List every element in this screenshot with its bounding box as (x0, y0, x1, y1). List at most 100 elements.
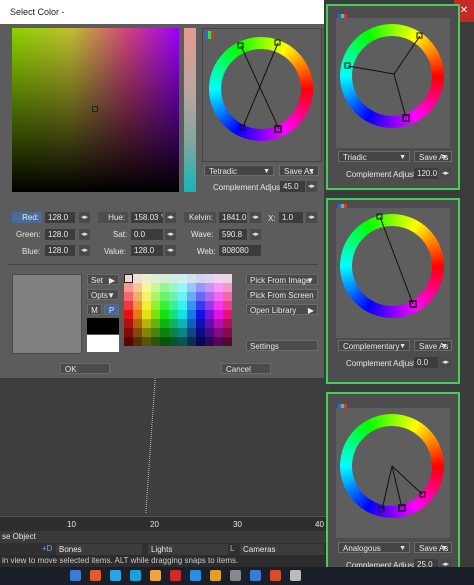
taskbar-app-icon[interactable] (270, 570, 281, 581)
swatch-cell[interactable] (169, 319, 178, 328)
swatch-cell[interactable] (142, 319, 151, 328)
swatch-cell[interactable] (223, 283, 232, 292)
swatch-cell[interactable] (142, 328, 151, 337)
complement-adjust-field[interactable]: 45.0 (280, 181, 305, 192)
swatch-cell[interactable] (178, 328, 187, 337)
taskbar-app-icon[interactable] (110, 570, 121, 581)
save-as-dropdown[interactable]: Save As ▼ (279, 165, 319, 176)
swatch-cell[interactable] (124, 283, 133, 292)
swatch-cell[interactable] (133, 319, 142, 328)
swatch-cell[interactable] (160, 310, 169, 319)
swatch-cell[interactable] (214, 328, 223, 337)
swatch-cell[interactable] (205, 319, 214, 328)
taskbar-app-icon[interactable] (290, 570, 301, 581)
swatch-cell[interactable] (124, 292, 133, 301)
taskbar-app-icon[interactable] (190, 570, 201, 581)
taskbar-app-icon[interactable] (90, 570, 101, 581)
swatch-cell[interactable] (196, 292, 205, 301)
swatch-cell[interactable] (133, 292, 142, 301)
m-button[interactable]: M (87, 304, 102, 315)
hue-field[interactable]: 158.03 ° (131, 212, 163, 223)
swatch-cell[interactable] (160, 301, 169, 310)
swatch-cell[interactable] (160, 328, 169, 337)
swatch-cell[interactable] (160, 283, 169, 292)
swatch-cell[interactable] (223, 310, 232, 319)
swatch-cell[interactable] (187, 301, 196, 310)
swatch-cell[interactable] (142, 301, 151, 310)
swatch-cell[interactable] (178, 301, 187, 310)
pick-from-screen-button[interactable]: Pick From Screen (246, 289, 318, 300)
green-field[interactable]: 128.0 (45, 229, 75, 240)
swatch-cell[interactable] (124, 328, 133, 337)
swatch-cell[interactable] (196, 283, 205, 292)
swatch-cell[interactable] (151, 319, 160, 328)
title-bar[interactable]: Select Color - (0, 0, 324, 24)
swatch-cell[interactable] (169, 328, 178, 337)
black-swatch[interactable] (87, 318, 119, 334)
kelvin-stepper-icon[interactable]: ◂▸ (250, 212, 261, 223)
swatch-cell[interactable] (223, 328, 232, 337)
hue-stepper-icon[interactable]: ◂▸ (165, 212, 176, 223)
swatch-cell[interactable] (196, 274, 205, 283)
swatch-cell[interactable] (124, 319, 133, 328)
swatch-cell[interactable] (187, 337, 196, 346)
taskbar-app-icon[interactable] (170, 570, 181, 581)
lights-dropdown[interactable]: Lights (148, 544, 228, 555)
swatch-cell[interactable] (187, 283, 196, 292)
swatch-cell[interactable] (223, 301, 232, 310)
wave-stepper-icon[interactable]: ◂▸ (250, 229, 261, 240)
opts-dropdown[interactable]: Opts ▼ (87, 289, 119, 300)
taskbar-app-icon[interactable] (250, 570, 261, 581)
swatch-cell[interactable] (214, 319, 223, 328)
swatch-cell[interactable] (196, 319, 205, 328)
swatch-cell[interactable] (142, 337, 151, 346)
swatch-cell[interactable] (124, 337, 133, 346)
swatch-cell[interactable] (133, 283, 142, 292)
sat-field[interactable]: 0.0 (131, 229, 163, 240)
swatch-cell[interactable] (178, 274, 187, 283)
swatch-cell[interactable] (178, 337, 187, 346)
swatch-cell[interactable] (151, 292, 160, 301)
open-library-button[interactable]: Open Library ▶ (246, 304, 318, 315)
swatch-cell[interactable] (151, 328, 160, 337)
complement-adjust-field[interactable]: 120.0 (414, 168, 438, 179)
taskbar-app-icon[interactable] (230, 570, 241, 581)
swatch-cell[interactable] (169, 274, 178, 283)
swatch-cell[interactable] (187, 319, 196, 328)
swatch-cell[interactable] (133, 328, 142, 337)
swatch-cell[interactable] (151, 283, 160, 292)
swatch-cell[interactable] (169, 301, 178, 310)
green-stepper-icon[interactable]: ◂▸ (79, 229, 90, 240)
swatch-cell[interactable] (196, 310, 205, 319)
swatch-cell[interactable] (214, 337, 223, 346)
swatch-cell[interactable] (151, 274, 160, 283)
swatch-cell[interactable] (205, 328, 214, 337)
swatch-cell[interactable] (187, 292, 196, 301)
color-field[interactable] (12, 28, 179, 192)
swatch-cell[interactable] (214, 283, 223, 292)
harmony-mode-dropdown[interactable]: Complementary ▼ (338, 340, 410, 351)
swatch-cell[interactable] (133, 274, 142, 283)
swatch-cell[interactable] (205, 292, 214, 301)
swatch-cell[interactable] (214, 301, 223, 310)
swatch-cell[interactable] (187, 328, 196, 337)
wave-field[interactable]: 590.8 (219, 229, 247, 240)
swatch-cell[interactable] (142, 292, 151, 301)
swatch-cell[interactable] (205, 337, 214, 346)
harmony-mode-dropdown[interactable]: Analogous ▼ (338, 542, 410, 553)
swatch-cell[interactable] (133, 337, 142, 346)
swatch-cell[interactable] (178, 292, 187, 301)
swatch-cell[interactable] (214, 274, 223, 283)
swatch-cell[interactable] (142, 310, 151, 319)
web-field[interactable]: 808080 (219, 245, 261, 256)
swatch-cell[interactable] (151, 337, 160, 346)
harmony-mode-dropdown[interactable]: Triadic ▼ (338, 151, 410, 162)
timeline-ruler[interactable]: 10 20 30 40 (0, 516, 326, 531)
x-field[interactable]: 1.0 (279, 212, 303, 223)
swatch-grid[interactable] (124, 274, 232, 352)
swatch-cell[interactable] (196, 337, 205, 346)
value-field[interactable]: 128.0 (131, 245, 163, 256)
settings-button[interactable]: Settings (246, 340, 318, 351)
red-stepper-icon[interactable]: ◂▸ (79, 212, 90, 223)
swatch-cell[interactable] (124, 301, 133, 310)
